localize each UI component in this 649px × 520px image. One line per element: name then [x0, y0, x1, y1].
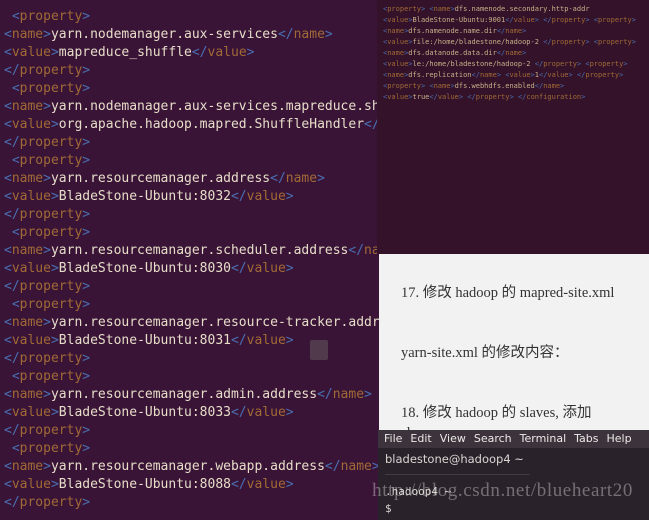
menu-item-view[interactable]: View — [440, 432, 466, 445]
terminal-line[interactable]: .hadoop4 ~ — [378, 483, 649, 500]
menu-item-file[interactable]: File — [384, 432, 402, 445]
menu-item-terminal[interactable]: Terminal — [520, 432, 567, 445]
paste-indicator-icon — [310, 340, 328, 360]
terminal-div: ──────────────────────── — [378, 470, 649, 481]
menu-item-help[interactable]: Help — [607, 432, 632, 445]
doc-note-17: yarn-site.xml 的修改内容： — [401, 343, 627, 363]
terminal-prompt[interactable]: $ — [378, 500, 649, 517]
terminal-window[interactable]: File Edit View Search Terminal Tabs Help blade… — [378, 430, 649, 520]
menu-item-edit[interactable]: Edit — [410, 432, 431, 445]
terminal-tab[interactable]: bladestone@hadoop4 ~ — [378, 448, 649, 470]
doc-item-17: 17. 修改 hadoop 的 mapred-site.xml — [401, 283, 627, 303]
menu-item-search[interactable]: Search — [474, 432, 512, 445]
menu-item-tabs[interactable]: Tabs — [574, 432, 598, 445]
terminal-menu-bar[interactable]: File Edit View Search Terminal Tabs Help — [378, 430, 649, 448]
mini-code-preview: <property> <name>dfs.namenode.secondary.… — [377, 0, 649, 254]
